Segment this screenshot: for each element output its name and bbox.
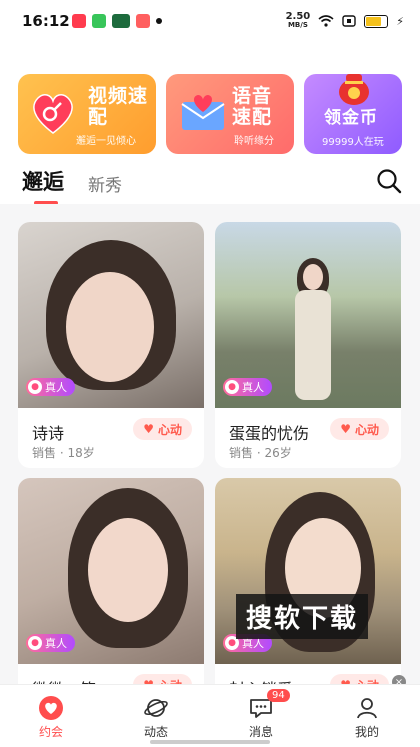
heart-button[interactable]: ♥心动 [133,674,192,684]
banner-title: 视频速配 [88,85,149,128]
real-person-badge: ● 真人 [26,634,75,652]
search-icon[interactable] [376,168,402,194]
banner-title: 语音速配 [232,85,273,128]
person-icon: ● [225,380,239,394]
gold-coin-banner[interactable]: 领金币 99999人在玩 [304,74,402,154]
more-notifications-icon [156,18,162,24]
nav-messages[interactable]: 94 消息 [231,689,291,740]
voice-match-banner[interactable]: 语音速配 聆听缘分 [166,74,294,154]
heart-icon: ♥ [143,422,154,436]
video-app-icon [72,14,86,28]
banner-subtitle: 聆听缘分 [234,136,274,147]
heart-icon: ♥ [340,422,351,436]
profile-card[interactable]: ●真人 搜软下载 封心锁爱 ♥心动 [215,478,401,684]
nav-dating[interactable]: 约会 [21,695,81,740]
oppo-app-icon [112,14,130,28]
person-icon: ● [28,380,42,394]
status-right: 2.50 MB/S ⚡ [286,12,404,30]
tab-bar: 邂逅 新秀 [22,166,122,205]
profile-name: 封心锁爱 [229,676,293,684]
tab-encounter[interactable]: 邂逅 [22,166,64,205]
heart-button[interactable]: ♥心动 [330,674,389,684]
profile-card[interactable]: ● 真人 蛋蛋的忧伤 销售 · 26岁 ♥ 心动 [215,222,401,468]
profile-grid: ● 真人 诗诗 销售 · 18岁 ♥ 心动 ● 真人 蛋蛋的忧伤 销售 · 26岁 ♥… [0,204,420,684]
banner-subtitle: 邂逅一见倾心 [76,136,136,147]
lucky-bag-icon [339,74,369,105]
status-bar: 16:12 2.50 MB/S ⚡ [0,0,420,44]
network-speed: 2.50 MB/S [285,11,311,30]
nav-moments[interactable]: 动态 [126,695,186,740]
wifi-icon [318,15,334,27]
profile-name: 微微一笑 [32,676,96,684]
profile-card[interactable]: ●真人 微微一笑 ♥心动 [18,478,204,684]
banner-title: 领金币 [324,108,378,128]
heart-button[interactable]: ♥心动 [133,418,192,440]
charging-icon: ⚡ [396,14,404,28]
heart-gender-icon [33,93,73,134]
close-icon[interactable]: × [392,675,406,684]
profile-meta: 销售 · 26岁 [229,446,292,460]
bottom-nav: 约会 动态 94 消息 我的 [0,684,420,747]
heart-button[interactable]: ♥心动 [330,418,389,440]
profile-card[interactable]: ● 真人 诗诗 销售 · 18岁 ♥ 心动 [18,222,204,468]
real-person-badge: ● 真人 [26,378,75,396]
nav-me[interactable]: 我的 [337,695,397,740]
sim-icon [342,15,356,27]
envelope-heart-icon [181,95,225,130]
battery-icon [364,14,389,28]
real-person-badge: ● 真人 [223,378,272,396]
music-app-icon [136,14,150,28]
header: 视频速配 邂逅一见倾心 语音速配 聆听缘分 领金币 99999人在玩 邂逅 新秀 [0,44,420,205]
chat-app-icon [92,14,106,28]
download-overlay: 搜软下载 [236,594,369,639]
dating-icon [39,696,63,720]
video-match-banner[interactable]: 视频速配 邂逅一见倾心 [18,74,156,154]
profile-name: 诗诗 [32,424,65,443]
planet-icon [144,699,168,717]
tab-newcomers[interactable]: 新秀 [88,171,122,196]
person-icon: ● [28,636,42,650]
notification-icons [72,14,162,28]
message-count-badge: 94 [267,689,290,702]
home-indicator[interactable] [150,740,270,744]
profile-meta: 销售 · 18岁 [32,446,95,460]
person-icon [357,698,377,719]
profile-name: 蛋蛋的忧伤 [229,424,310,443]
banner-subtitle: 99999人在玩 [322,137,384,148]
status-time: 16:12 [22,12,70,30]
